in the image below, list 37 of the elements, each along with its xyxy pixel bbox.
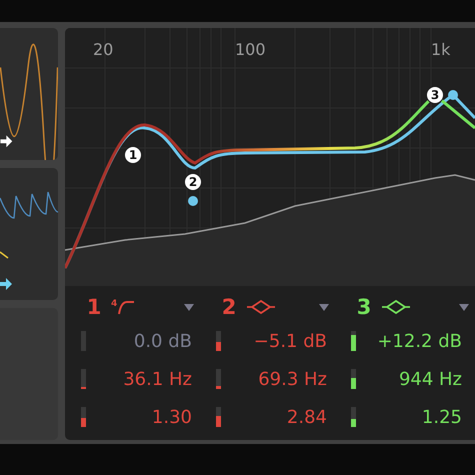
sawtooth-wave <box>0 191 58 219</box>
parameter-value[interactable]: 36.1 Hz <box>92 368 192 390</box>
caret-icon[interactable] <box>459 304 469 310</box>
bell-filter-icon[interactable] <box>246 299 276 315</box>
level-meter[interactable] <box>351 331 356 351</box>
band-number: 3 <box>356 295 372 319</box>
band-node[interactable]: 2 <box>184 173 202 191</box>
level-meter[interactable] <box>216 331 221 351</box>
frequency-label: 100 <box>235 40 266 59</box>
bell-filter-icon[interactable] <box>381 299 411 315</box>
parameter-value[interactable]: 1.25 <box>362 406 462 428</box>
envelope-line <box>0 251 8 259</box>
parameter-value[interactable]: 2.84 <box>227 406 327 428</box>
arrow-icon[interactable] <box>0 278 12 290</box>
parameter-value[interactable]: +12.2 dB <box>362 330 462 352</box>
caret-icon[interactable] <box>319 304 329 310</box>
level-meter[interactable] <box>351 407 356 427</box>
band-node[interactable]: 3 <box>426 86 444 104</box>
frequency-label: 1k <box>431 40 450 59</box>
parameter-value[interactable]: 69.3 Hz <box>227 368 327 390</box>
frequency-label: 20 <box>93 40 114 59</box>
parameter-value[interactable]: 0.0 dB <box>92 330 192 352</box>
parameter-value[interactable]: 944 Hz <box>362 368 462 390</box>
band-number: 1 <box>86 295 102 319</box>
arrow-icon[interactable] <box>0 135 12 148</box>
level-meter[interactable] <box>81 407 86 427</box>
envelope-panel[interactable] <box>0 168 58 300</box>
band-node[interactable]: 1 <box>124 146 142 164</box>
parameter-value[interactable]: 1.30 <box>92 406 192 428</box>
eq-curve-drawing[interactable] <box>65 28 475 286</box>
level-meter[interactable] <box>81 369 86 389</box>
level-meter[interactable] <box>216 407 221 427</box>
level-meter[interactable] <box>351 369 356 389</box>
band-number: 2 <box>220 295 238 319</box>
caret-icon[interactable] <box>184 304 194 310</box>
level-meter[interactable] <box>216 369 221 389</box>
parameter-value[interactable]: −5.1 dB <box>227 330 327 352</box>
